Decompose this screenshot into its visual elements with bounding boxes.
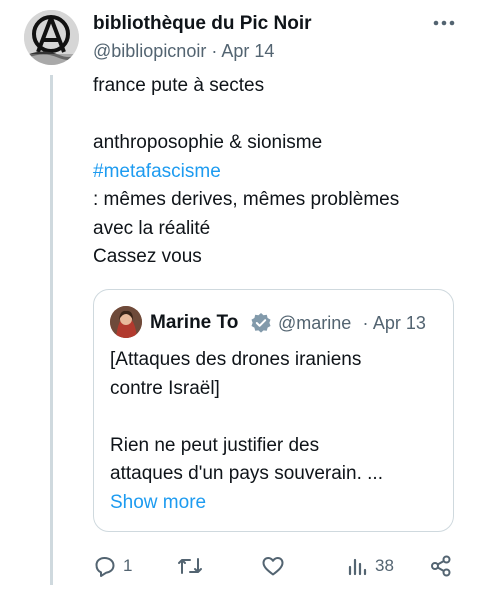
meta-separator: · [211,41,218,61]
portrait-icon [110,306,142,338]
tweet-line: : mêmes derives, mêmes problèmes [93,189,400,210]
tweet-line: Cassez vous [93,246,202,267]
tweet-header: bibliothèque du Pic Noir @bibliopicnoir … [93,11,473,63]
quote-header: Marine To @marine · Apr 13 [150,310,440,336]
show-more-link[interactable]: Show more [110,489,440,518]
retweet-icon [178,558,202,574]
verified-badge-icon [251,313,271,333]
more-options-button[interactable] [430,14,458,32]
quote-line: [Attaques des drones iraniens [110,349,362,370]
quote-avatar[interactable] [110,306,142,338]
heart-icon [262,557,284,576]
retweet-button[interactable] [177,552,209,580]
quote-line: attaques d'un pays souverain. ... [110,463,383,484]
author-handle[interactable]: @bibliopicnoir [93,41,206,61]
author-name[interactable]: bibliothèque du Pic Noir [93,11,473,37]
tweet-line: anthroposophie & sionisme [93,132,323,153]
author-meta: @bibliopicnoir · Apr 14 [93,39,473,63]
views-count: 38 [375,556,394,575]
action-bar: 1 38 [93,552,463,580]
avatar[interactable] [24,10,79,65]
anarchy-logo-icon [24,10,79,65]
quoted-tweet[interactable]: Marine To @marine · Apr 13 [Attaques des… [93,289,454,532]
quote-author-name[interactable]: Marine To [150,310,250,336]
tweet-date[interactable]: Apr 14 [221,41,274,61]
quote-line: contre Israël] [110,377,220,399]
reply-button[interactable]: 1 [93,552,132,580]
tweet-line: france pute à sectes [93,75,265,96]
thread-line [50,75,53,585]
more-horizontal-icon [433,20,455,26]
share-button[interactable] [429,552,453,580]
hashtag-link[interactable]: #metafascisme [93,158,463,187]
quote-date[interactable]: Apr 13 [373,313,426,333]
quote-author-handle[interactable]: @marine [278,310,358,336]
quote-line: Rien ne peut justifier des [110,434,320,456]
quote-line [110,403,440,432]
quote-text: [Attaques des drones iraniens contre Isr… [110,346,440,517]
like-button[interactable] [261,552,291,580]
quote-meta-separator: · [362,313,369,333]
share-icon [431,555,451,577]
tweet-line [93,101,463,130]
reply-count: 1 [123,556,133,575]
tweet-line: avec la réalité [93,217,211,239]
reply-icon [95,557,115,577]
views-button[interactable]: 38 [345,552,394,580]
tweet-text: france pute à sectes anthroposophie & si… [93,72,463,272]
bar-chart-icon [348,558,367,576]
